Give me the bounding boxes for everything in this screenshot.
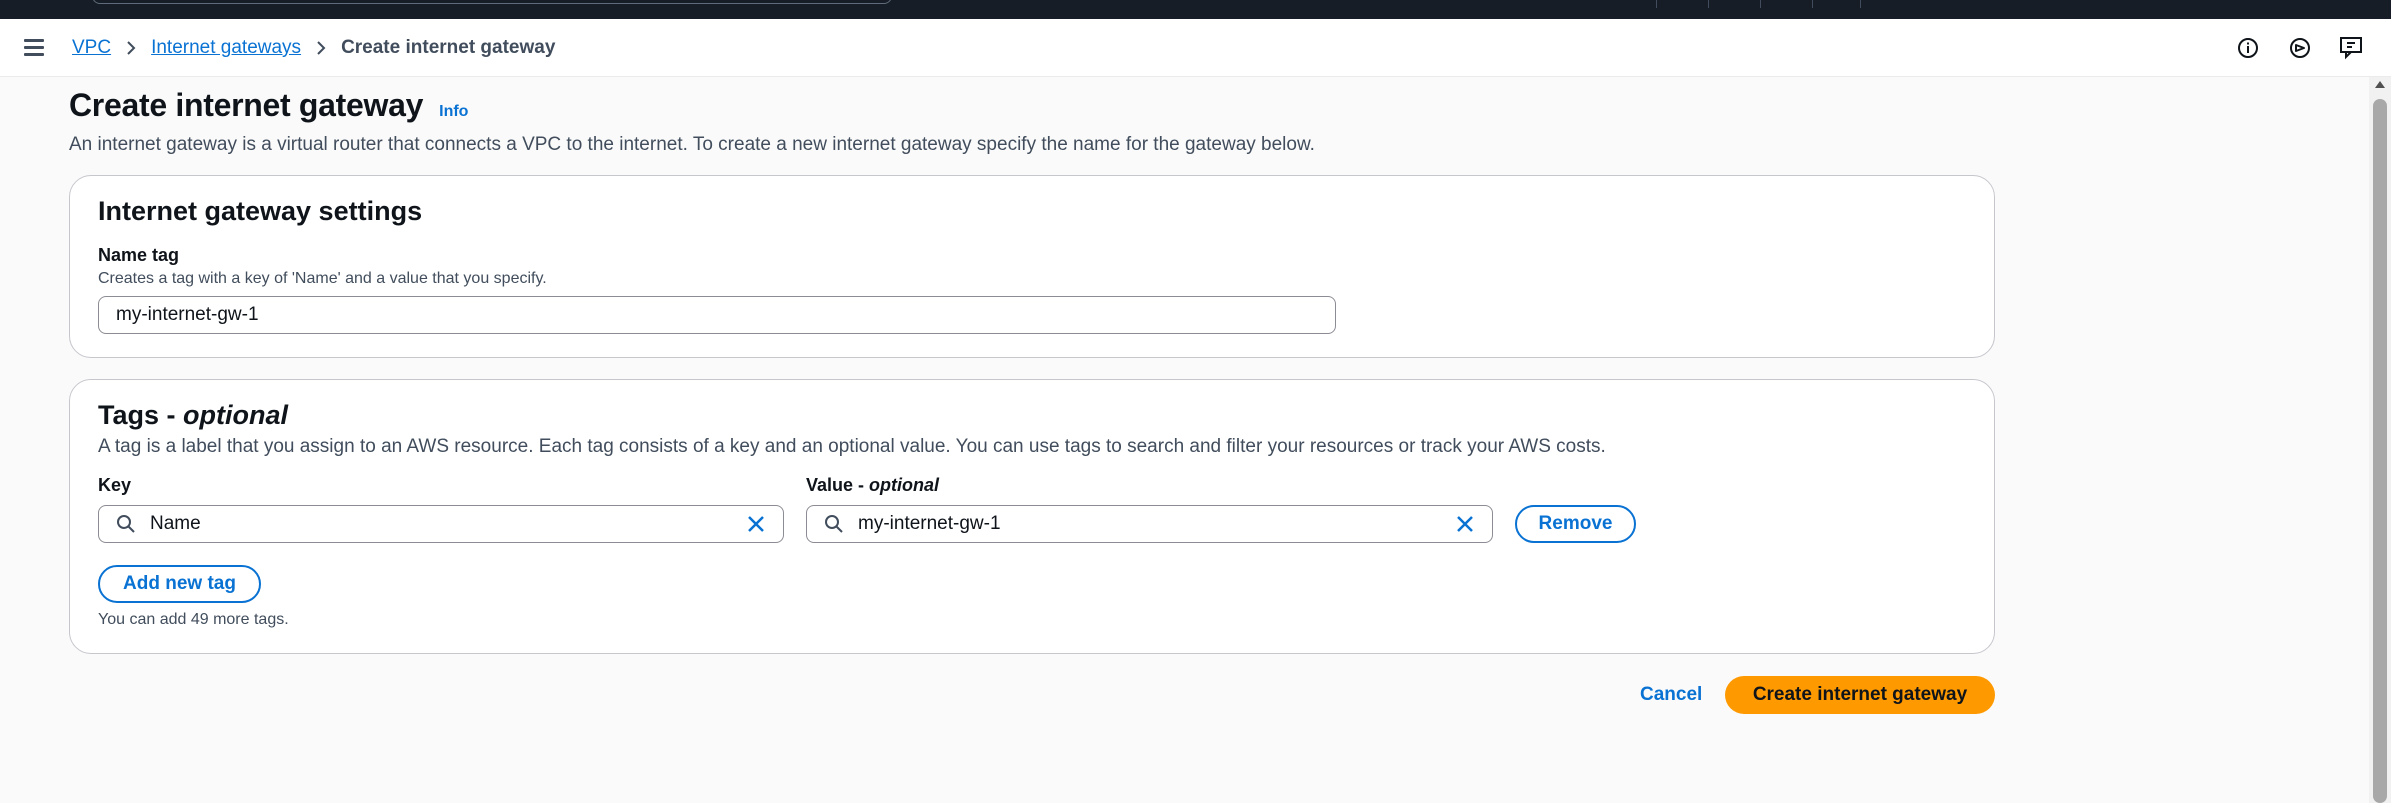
name-tag-description: Creates a tag with a key of 'Name' and a… xyxy=(98,270,547,287)
vertical-scrollbar[interactable] xyxy=(2369,77,2391,803)
breadcrumb: VPC Internet gateways Create internet ga… xyxy=(72,34,555,62)
divider xyxy=(1812,0,1813,8)
add-new-tag-button[interactable]: Add new tag xyxy=(98,565,261,603)
tag-key-input[interactable]: Name xyxy=(98,505,784,543)
search-icon xyxy=(116,514,136,534)
scroll-up-arrow-icon[interactable] xyxy=(2375,81,2385,88)
internet-gateway-settings-panel: Internet gateway settings Name tag Creat… xyxy=(69,175,1995,358)
hamburger-menu-icon[interactable] xyxy=(22,37,46,59)
breadcrumb-link-vpc[interactable]: VPC xyxy=(72,37,111,59)
breadcrumb-bar: VPC Internet gateways Create internet ga… xyxy=(0,19,2391,77)
page-description: An internet gateway is a virtual router … xyxy=(69,134,1315,155)
tags-panel: Tags - optional A tag is a label that yo… xyxy=(69,379,1995,654)
breadcrumb-link-internet-gateways[interactable]: Internet gateways xyxy=(151,37,301,59)
name-tag-label: Name tag xyxy=(98,245,180,265)
page-header: Create internet gateway Info xyxy=(69,87,468,124)
divider xyxy=(1860,0,1861,8)
search-icon xyxy=(824,514,844,534)
divider xyxy=(1760,0,1761,8)
cancel-button[interactable]: Cancel xyxy=(1640,684,1702,706)
tag-key-label: Key xyxy=(98,475,132,495)
breadcrumb-current: Create internet gateway xyxy=(341,37,556,58)
page-title: Create internet gateway xyxy=(69,87,424,123)
settings-panel-title: Internet gateway settings xyxy=(98,196,423,226)
optional-label: optional xyxy=(183,400,288,430)
info-link[interactable]: Info xyxy=(439,103,468,121)
close-icon[interactable] xyxy=(745,513,767,535)
remaining-tags-hint: You can add 49 more tags. xyxy=(98,611,289,628)
tag-value-label: Value - optional xyxy=(806,475,940,495)
name-tag-input[interactable]: my-internet-gw-1 xyxy=(98,296,1336,334)
tag-value-input[interactable]: my-internet-gw-1 xyxy=(806,505,1493,543)
tag-key-value: Name xyxy=(150,513,201,534)
create-internet-gateway-button[interactable]: Create internet gateway xyxy=(1725,676,1995,714)
tags-description: A tag is a label that you assign to an A… xyxy=(98,436,1606,457)
global-search-box[interactable] xyxy=(92,0,892,4)
divider xyxy=(1708,0,1709,8)
tag-value-value: my-internet-gw-1 xyxy=(858,513,1001,534)
utility-icons xyxy=(2233,33,2367,63)
feedback-icon[interactable] xyxy=(2337,33,2367,63)
chevron-right-icon xyxy=(125,39,137,57)
close-icon[interactable] xyxy=(1454,513,1476,535)
scroll-thumb[interactable] xyxy=(2373,99,2387,803)
divider xyxy=(1656,0,1657,8)
info-icon[interactable] xyxy=(2233,33,2263,63)
tags-panel-title: Tags - optional xyxy=(98,400,288,430)
chevron-right-icon xyxy=(315,39,327,57)
top-navigation-bar xyxy=(0,0,2391,19)
notifications-icon[interactable] xyxy=(2285,33,2315,63)
remove-tag-button[interactable]: Remove xyxy=(1515,505,1636,543)
